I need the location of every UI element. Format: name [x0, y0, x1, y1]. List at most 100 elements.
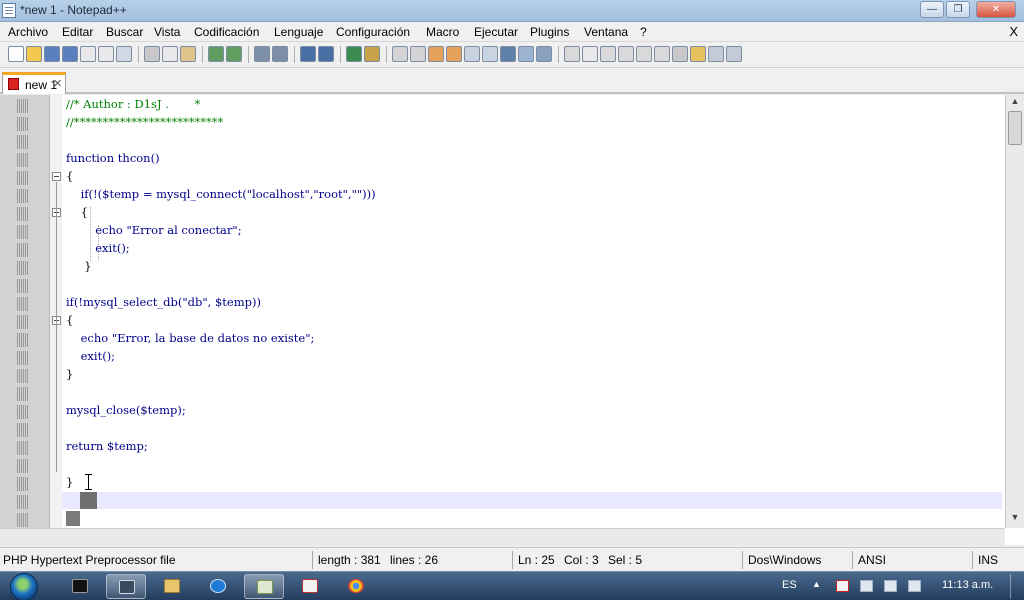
doc-map-icon[interactable]	[500, 46, 516, 62]
line-number	[17, 405, 29, 419]
close-button[interactable]: ✕	[976, 1, 1016, 18]
save-all-icon[interactable]	[62, 46, 78, 62]
close-file-icon[interactable]	[80, 46, 96, 62]
plugin-tool-icon[interactable]	[708, 46, 724, 62]
maximize-button[interactable]: ❐	[946, 1, 970, 18]
vertical-scrollbar[interactable]: ▲ ▼	[1005, 95, 1024, 528]
code-line: //* Author : D1sJ . *	[66, 97, 201, 111]
unfold-all-icon[interactable]	[482, 46, 498, 62]
code-line: {	[66, 205, 88, 219]
language-indicator[interactable]: ES	[782, 579, 797, 591]
find-icon[interactable]	[254, 46, 270, 62]
code-line: return $temp;	[66, 439, 148, 453]
monitoring-icon[interactable]	[564, 46, 580, 62]
scroll-down-icon[interactable]: ▼	[1009, 512, 1021, 526]
status-divider	[512, 551, 513, 569]
redo-icon[interactable]	[226, 46, 242, 62]
menu-ejecutar[interactable]: Ejecutar	[474, 25, 518, 39]
taskbar-media[interactable]	[198, 574, 238, 599]
play-macro-icon[interactable]	[618, 46, 634, 62]
taskbar-cmd[interactable]	[60, 574, 100, 599]
line-number	[17, 207, 29, 221]
cut-icon[interactable]	[144, 46, 160, 62]
sync-vertical-icon[interactable]	[346, 46, 362, 62]
toolbar-separator	[340, 46, 341, 63]
spell-check-icon[interactable]	[672, 46, 688, 62]
network-icon[interactable]	[884, 580, 897, 592]
open-file-icon[interactable]	[26, 46, 42, 62]
power-icon[interactable]	[860, 580, 873, 592]
editor-area[interactable]: //* Author : D1sJ . * //****************…	[0, 95, 1024, 545]
menu-macro[interactable]: Macro	[426, 25, 459, 39]
fold-line	[56, 182, 57, 472]
print-icon[interactable]	[116, 46, 132, 62]
menu-codificacion[interactable]: Codificación	[194, 25, 259, 39]
tab-close-icon[interactable]: ✕	[53, 77, 62, 90]
close-document-button[interactable]: X	[1009, 24, 1018, 39]
taskbar-notepadpp[interactable]	[244, 574, 284, 599]
paste-icon[interactable]	[180, 46, 196, 62]
status-column: Col : 3	[564, 553, 599, 567]
fold-toggle-icon[interactable]	[52, 172, 61, 181]
scroll-thumb[interactable]	[1008, 111, 1022, 145]
word-wrap-icon[interactable]	[392, 46, 408, 62]
mouse-ibeam-icon	[85, 474, 96, 490]
line-number	[17, 171, 29, 185]
record-macro-icon[interactable]	[582, 46, 598, 62]
start-button[interactable]	[10, 573, 38, 600]
code-text-area[interactable]: //* Author : D1sJ . * //****************…	[66, 95, 1002, 528]
taskbar-explorer[interactable]	[152, 574, 192, 599]
volume-icon[interactable]	[908, 580, 921, 592]
replace-icon[interactable]	[272, 46, 288, 62]
language-icon[interactable]	[446, 46, 462, 62]
run-macro-multiple-icon[interactable]	[636, 46, 652, 62]
copy-icon[interactable]	[162, 46, 178, 62]
line-number	[17, 99, 29, 113]
line-number	[17, 459, 29, 473]
zoom-out-icon[interactable]	[318, 46, 334, 62]
zoom-in-icon[interactable]	[300, 46, 316, 62]
stop-macro-icon[interactable]	[600, 46, 616, 62]
tray-expand-icon[interactable]: ▲	[812, 579, 821, 589]
menu-plugins[interactable]: Plugins	[530, 25, 569, 39]
undo-icon[interactable]	[208, 46, 224, 62]
horizontal-scrollbar[interactable]	[0, 528, 1005, 545]
taskbar-tool[interactable]	[290, 574, 330, 599]
notepad-app-icon[interactable]	[2, 3, 16, 18]
line-number	[17, 423, 29, 437]
plugin-extra-icon[interactable]	[726, 46, 742, 62]
status-encoding[interactable]: ANSI	[858, 553, 886, 567]
menu-lenguaje[interactable]: Lenguaje	[274, 25, 323, 39]
menu-archivo[interactable]: Archivo	[8, 25, 48, 39]
folder-workspace-icon[interactable]	[536, 46, 552, 62]
function-list-icon[interactable]	[518, 46, 534, 62]
tab-new-1[interactable]: new 1 ✕	[2, 72, 66, 94]
status-eol-format[interactable]: Dos\Windows	[748, 553, 821, 567]
show-all-chars-icon[interactable]	[410, 46, 426, 62]
clock[interactable]: 11:13 a.m.	[942, 579, 993, 591]
show-desktop-button[interactable]	[1010, 574, 1022, 599]
save-icon[interactable]	[44, 46, 60, 62]
action-center-icon[interactable]	[836, 580, 849, 592]
menu-help[interactable]: ?	[640, 25, 647, 39]
indent-guide-icon[interactable]	[428, 46, 444, 62]
menu-vista[interactable]: Vista	[154, 25, 180, 39]
close-all-icon[interactable]	[98, 46, 114, 62]
fold-all-icon[interactable]	[464, 46, 480, 62]
menu-configuracion[interactable]: Configuración	[336, 25, 410, 39]
menu-buscar[interactable]: Buscar	[106, 25, 143, 39]
save-macro-icon[interactable]	[654, 46, 670, 62]
status-insert-mode[interactable]: INS	[978, 553, 998, 567]
sync-horizontal-icon[interactable]	[364, 46, 380, 62]
plugin-folder-icon[interactable]	[690, 46, 706, 62]
code-line: if(!($temp = mysql_connect("localhost","…	[66, 187, 376, 201]
taskbar-app[interactable]	[106, 574, 146, 599]
taskbar-chrome[interactable]	[336, 574, 376, 599]
scroll-up-icon[interactable]: ▲	[1009, 96, 1021, 110]
menu-editar[interactable]: Editar	[62, 25, 93, 39]
menu-ventana[interactable]: Ventana	[584, 25, 628, 39]
toolbar-separator	[248, 46, 249, 63]
minimize-button[interactable]: —	[920, 1, 944, 18]
new-file-icon[interactable]	[8, 46, 24, 62]
line-number	[17, 225, 29, 239]
